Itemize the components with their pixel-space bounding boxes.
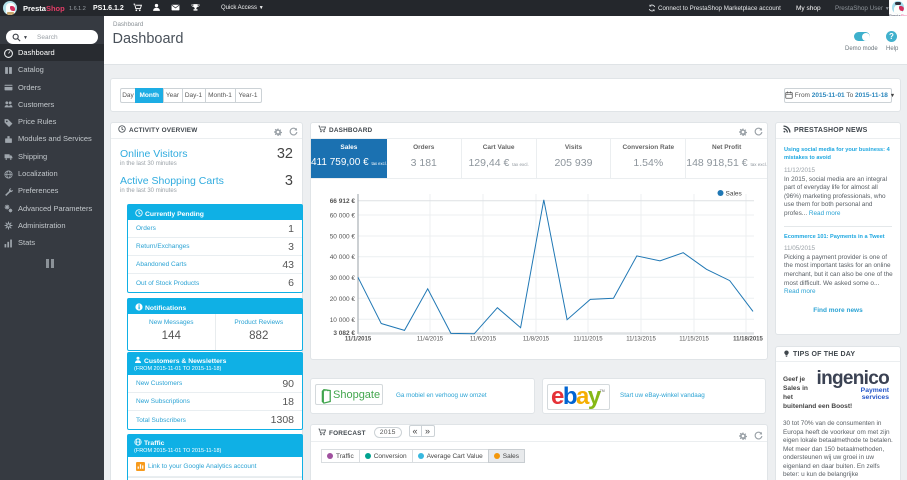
- svg-text:11/8/2015: 11/8/2015: [523, 337, 550, 343]
- svg-text:40 000 €: 40 000 €: [330, 254, 356, 261]
- svg-text:10 000 €: 10 000 €: [330, 317, 356, 324]
- svg-text:11/4/2015: 11/4/2015: [417, 337, 444, 343]
- svg-text:20 000 €: 20 000 €: [330, 296, 356, 303]
- svg-text:11/15/2015: 11/15/2015: [679, 337, 709, 343]
- svg-text:60 000 €: 60 000 €: [330, 213, 356, 220]
- svg-text:11/1/2015: 11/1/2015: [345, 337, 372, 343]
- svg-text:11/18/2015: 11/18/2015: [733, 337, 763, 343]
- svg-text:11/13/2015: 11/13/2015: [626, 337, 656, 343]
- svg-text:30 000 €: 30 000 €: [330, 275, 356, 282]
- svg-text:66 912 €: 66 912 €: [330, 198, 356, 205]
- svg-text:11/11/2015: 11/11/2015: [573, 337, 603, 343]
- svg-text:Sales: Sales: [726, 191, 743, 198]
- svg-text:11/6/2015: 11/6/2015: [470, 337, 497, 343]
- svg-text:50 000 €: 50 000 €: [330, 234, 356, 241]
